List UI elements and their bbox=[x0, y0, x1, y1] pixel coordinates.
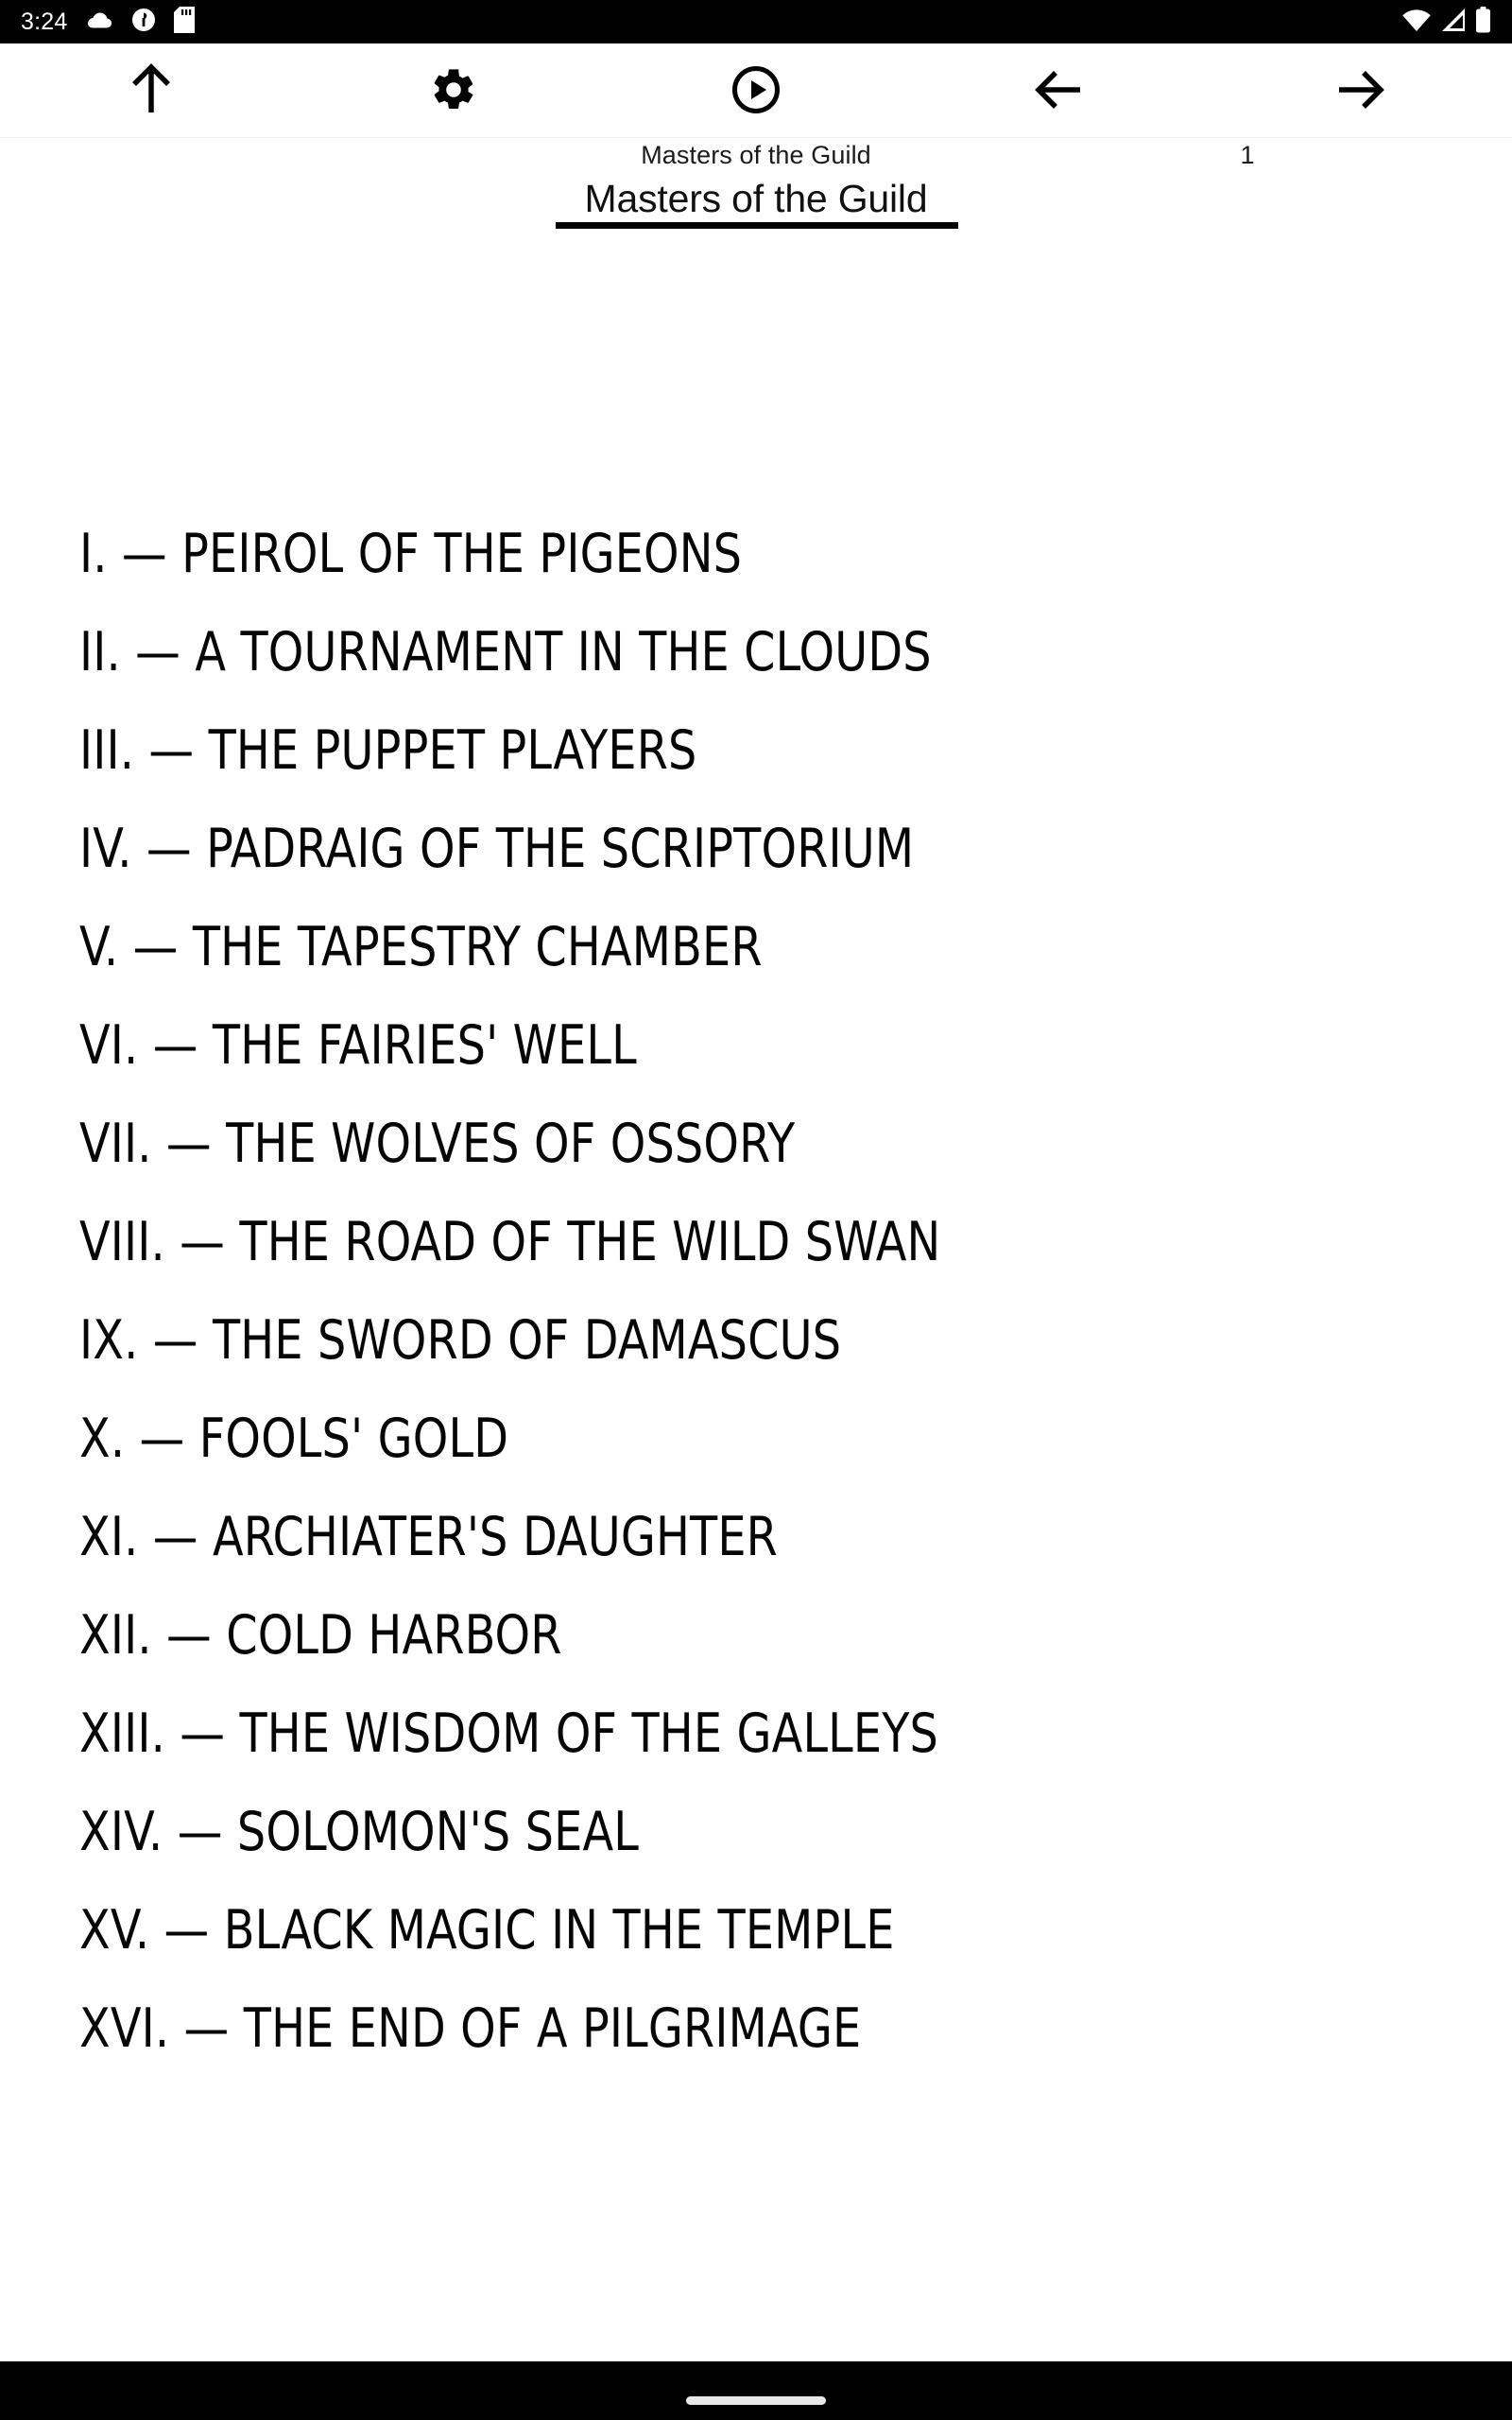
document-header: Masters of the Guild 1 Masters of the Gu… bbox=[0, 138, 1512, 237]
list-item[interactable]: XIII. — THE WISDOM OF THE GALLEYS bbox=[79, 1685, 1359, 1783]
page-title: Masters of the Guild bbox=[584, 178, 928, 220]
list-item[interactable]: IX. — THE SWORD OF DAMASCUS bbox=[79, 1291, 1359, 1390]
document-title-clip: Masters of the Guild bbox=[0, 178, 1512, 223]
home-gesture-pill[interactable] bbox=[686, 2396, 826, 2405]
list-item[interactable]: VIII. — THE ROAD OF THE WILD SWAN bbox=[79, 1193, 1359, 1291]
read-aloud-button[interactable] bbox=[704, 43, 808, 138]
list-item[interactable]: XI. — ARCHIATER'S DAUGHTER bbox=[79, 1488, 1359, 1586]
list-item[interactable]: VII. — THE WOLVES OF OSSORY bbox=[79, 1095, 1359, 1193]
list-item[interactable]: IV. — PADRAIG OF THE SCRIPTORIUM bbox=[79, 800, 1359, 898]
status-clock: 3:24 bbox=[21, 8, 68, 35]
list-item[interactable]: VI. — THE FAIRIES' WELL bbox=[79, 996, 1359, 1095]
play-circle-icon bbox=[730, 64, 782, 118]
gear-icon bbox=[429, 65, 478, 117]
previous-page-button[interactable] bbox=[1006, 43, 1110, 138]
circle-half-icon bbox=[131, 8, 156, 37]
status-bar-right-group bbox=[1401, 6, 1491, 38]
list-item[interactable]: I. — PEIROL OF THE PIGEONS bbox=[79, 505, 1359, 603]
status-bar-left-group: 3:24 bbox=[21, 6, 196, 38]
status-bar: 3:24 bbox=[0, 0, 1512, 43]
sd-card-icon bbox=[174, 6, 196, 38]
cellular-signal-icon bbox=[1440, 8, 1467, 37]
wifi-icon bbox=[1401, 8, 1432, 37]
cloud-icon bbox=[85, 9, 113, 36]
list-item[interactable]: XII. — COLD HARBOR bbox=[79, 1586, 1359, 1685]
list-item[interactable]: X. — FOOLS' GOLD bbox=[79, 1390, 1359, 1488]
running-head-title: Masters of the Guild bbox=[641, 141, 871, 169]
list-item[interactable]: III. — THE PUPPET PLAYERS bbox=[79, 701, 1359, 800]
title-divider bbox=[556, 222, 958, 229]
arrow-left-icon bbox=[1031, 64, 1086, 118]
reader-content[interactable]: I. — PEIROL OF THE PIGEONS II. — A TOURN… bbox=[0, 237, 1512, 2361]
list-item[interactable]: XV. — BLACK MAGIC IN THE TEMPLE bbox=[79, 1881, 1359, 1979]
list-item[interactable]: XVI. — THE END OF A PILGRIMAGE bbox=[79, 1979, 1359, 2078]
list-item[interactable]: XIV. — SOLOMON'S SEAL bbox=[79, 1783, 1359, 1881]
page-number: 1 bbox=[1240, 141, 1255, 169]
list-item[interactable]: V. — THE TAPESTRY CHAMBER bbox=[79, 898, 1359, 996]
settings-button[interactable] bbox=[402, 43, 506, 138]
list-item[interactable]: II. — A TOURNAMENT IN THE CLOUDS bbox=[79, 603, 1359, 701]
scroll-to-top-button[interactable] bbox=[99, 43, 203, 138]
reader-toolbar bbox=[0, 43, 1512, 138]
arrow-up-icon bbox=[126, 61, 177, 121]
system-navigation-bar bbox=[0, 2361, 1512, 2420]
battery-icon bbox=[1475, 6, 1491, 38]
arrow-right-icon bbox=[1333, 64, 1388, 118]
next-page-button[interactable] bbox=[1309, 43, 1413, 138]
table-of-contents: I. — PEIROL OF THE PIGEONS II. — A TOURN… bbox=[79, 505, 1455, 2078]
app-screen: 3:24 Masters of the Guild 1 Masters of t… bbox=[0, 0, 1512, 2420]
